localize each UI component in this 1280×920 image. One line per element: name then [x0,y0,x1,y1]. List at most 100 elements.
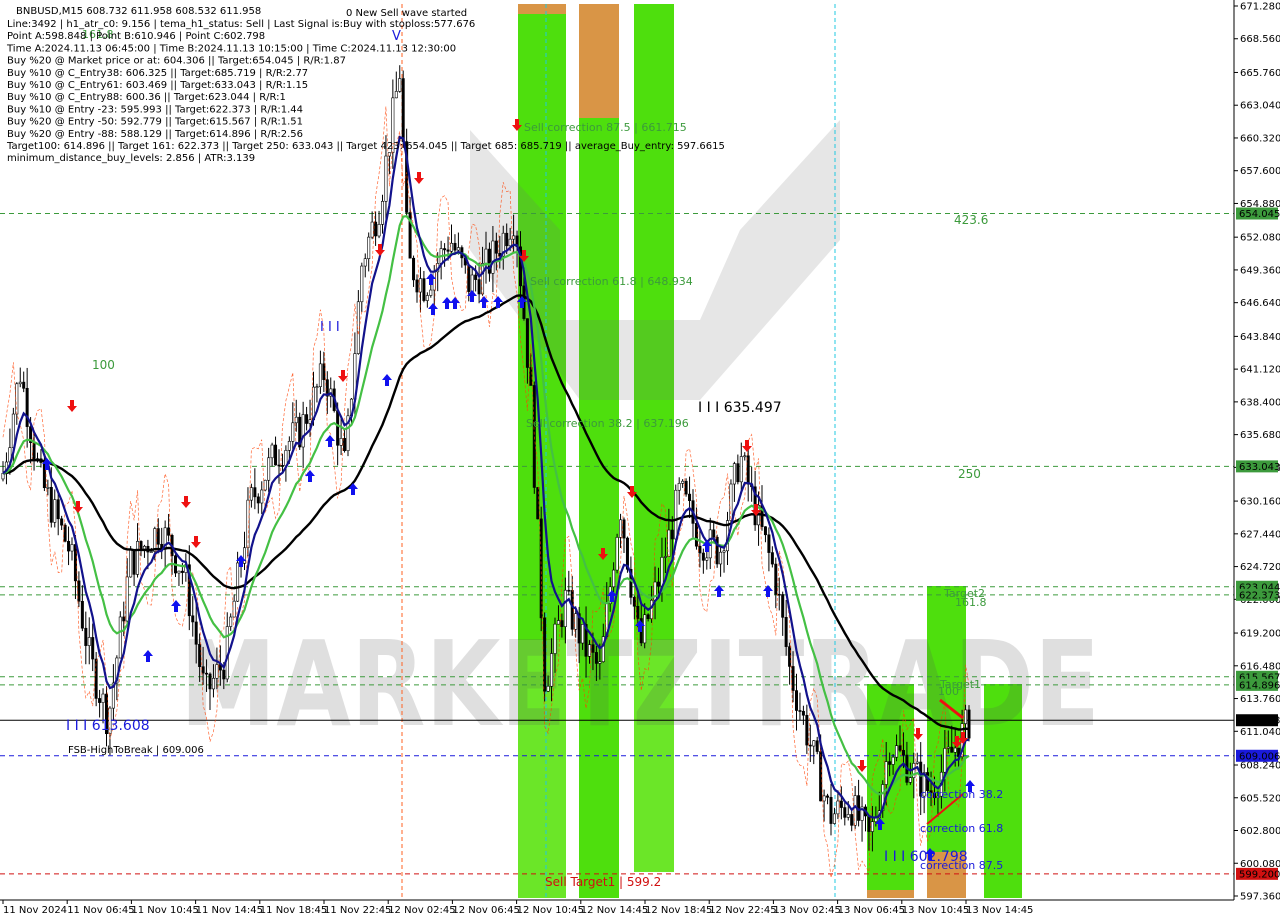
candle-body [25,387,29,427]
x-tick-label: 12 Nov 22:45 [709,905,776,916]
candle-body [674,489,678,540]
candle-body [701,552,705,561]
candle-body [98,698,102,703]
candle-body [380,201,384,225]
annotation-label: correction 87.5 [920,859,1003,872]
annotation-label: correction 38.2 [920,788,1003,801]
price-tag-label: 633.043 [1239,462,1280,473]
info-line: Point A:598.848 | Point B:610.946 | Poin… [7,31,265,42]
candle-body [136,541,140,575]
candle-body [846,814,850,818]
candle-body [253,487,257,498]
candle-body [777,593,781,596]
candle-body [315,386,319,388]
candle-body [260,489,264,504]
candle-body [722,550,726,553]
candle-body [619,519,623,538]
x-tick-label: 12 Nov 06:45 [452,905,519,916]
candle-body [429,289,433,296]
candle-body [294,416,298,424]
chart: MARKETZITRADE 423.6 250 100 161.8 Target2 Tar… [0,0,1280,920]
candle-body [87,637,91,646]
candle-body [101,693,105,703]
y-tick-label: 627.440 [1240,529,1280,540]
info-line: Time A:2024.11.13 06:45:00 | Time B:2024… [6,43,456,54]
wave-banner: 0 New Sell wave started [346,8,467,19]
y-tick-label: 613.760 [1240,694,1280,705]
candle-body [950,746,954,753]
candle-body [167,527,171,536]
candle-body [22,381,26,389]
candle-body [432,271,436,291]
annotation-label: I I I 635.497 [698,400,782,416]
price-tag-label: 614.896 [1239,680,1280,691]
chart-canvas: MARKETZITRADE 423.6250100161.8Target2Tar… [0,0,1280,920]
candle-body [805,714,809,746]
candle-body [895,745,899,758]
candle-body [784,617,788,647]
y-tick-label: 649.360 [1240,265,1280,276]
candle-body [363,258,367,267]
candle-body [211,677,215,690]
candle-body [384,155,388,202]
candle-body [32,442,36,459]
candle-body [63,524,67,542]
annotation-label: correction 61.8 [920,822,1003,835]
candle-body [422,278,426,301]
candle-body [280,465,284,467]
candle-body [581,624,585,644]
candle-body [249,487,253,501]
candle-body [867,815,871,832]
candle-body [529,367,533,386]
x-tick-label: 13 Nov 02:45 [773,905,840,916]
candle-body [122,616,126,622]
candle-body [508,238,512,247]
candle-body [532,385,536,488]
info-line: Buy %10 @ Entry -23: 595.993 || Target:6… [7,104,303,115]
y-tick-label: 635.680 [1240,430,1280,441]
x-tick-label: 11 Nov 14:45 [196,905,263,916]
x-tick-label: 12 Nov 18:45 [645,905,712,916]
candle-body [815,740,819,752]
candle-body [205,672,209,675]
candle-body [398,78,402,92]
candle-body [567,589,571,592]
y-tick-label: 616.480 [1240,661,1280,672]
y-tick-label: 641.120 [1240,365,1280,376]
candle-body [836,800,840,815]
candle-body [560,620,564,627]
annotation-label: I I I 613.608 [66,718,150,734]
candle-body [591,644,595,653]
candle-body [301,414,305,448]
candle-body [60,518,64,526]
candle-body [798,710,802,712]
candle-body [208,673,212,690]
candle-body [91,637,95,660]
annotation-label: 100 [938,685,959,698]
candle [615,533,619,574]
candle-body [149,551,153,553]
candle-body [677,483,681,491]
candle [715,534,719,568]
candle-body [550,653,554,687]
candle-body [46,487,50,489]
candle-body [812,740,816,747]
candle-body [229,616,233,627]
candle-body [953,747,957,753]
candle-body [794,690,798,711]
y-tick-label: 646.640 [1240,298,1280,309]
annotation-label: V [392,29,401,44]
y-tick-label: 663.040 [1240,101,1280,112]
candle-body [84,627,88,646]
candle-body [308,419,312,424]
candle-body [743,455,747,458]
candle-body [377,224,381,237]
candle-body [594,652,598,664]
candle-body [615,537,619,571]
candle-body [964,709,968,724]
candle-body [636,605,640,619]
candle-body [660,557,664,587]
candle-body [467,264,471,292]
candle [967,705,971,742]
candle-body [643,614,647,644]
